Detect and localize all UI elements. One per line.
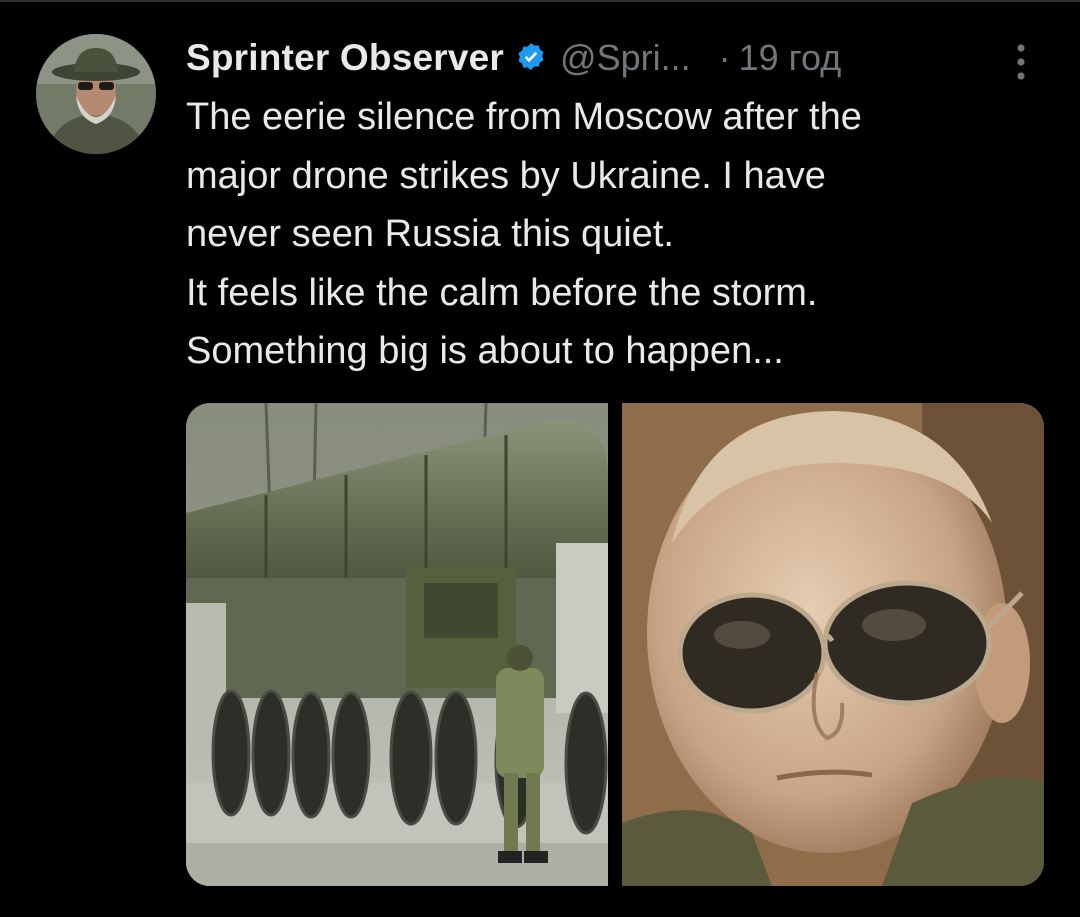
missile-launcher-truck-photo[interactable]: [186, 403, 608, 886]
separator-dot: ·: [718, 37, 731, 78]
tweet-text-line: major drone strikes by Ukraine. I have: [186, 154, 826, 197]
tweet-body: The eerie silence from Moscow after the …: [186, 88, 1046, 381]
verified-badge-icon: [514, 41, 548, 75]
man-in-aviator-sunglasses-photo[interactable]: [622, 403, 1044, 886]
tweet-text-line: It feels like the calm before the storm.: [186, 271, 818, 314]
more-vertical-icon[interactable]: [1008, 40, 1034, 84]
tweet-text-line: Something big is about to happen...: [186, 330, 784, 372]
tweet-header: Sprinter Observer @Spri... · 19 год: [186, 30, 841, 86]
author-name[interactable]: Sprinter Observer: [186, 37, 504, 79]
tweet-text-line: The eerie silence from Moscow after the: [186, 96, 862, 138]
author-avatar[interactable]: [36, 34, 156, 154]
tweet-media-grid: [186, 403, 1044, 886]
tweet-timestamp[interactable]: 19 год: [739, 37, 842, 79]
top-divider: [0, 0, 1080, 2]
author-handle[interactable]: @Spri...: [560, 37, 691, 79]
tweet-text-line: never seen Russia this quiet.: [186, 213, 674, 255]
